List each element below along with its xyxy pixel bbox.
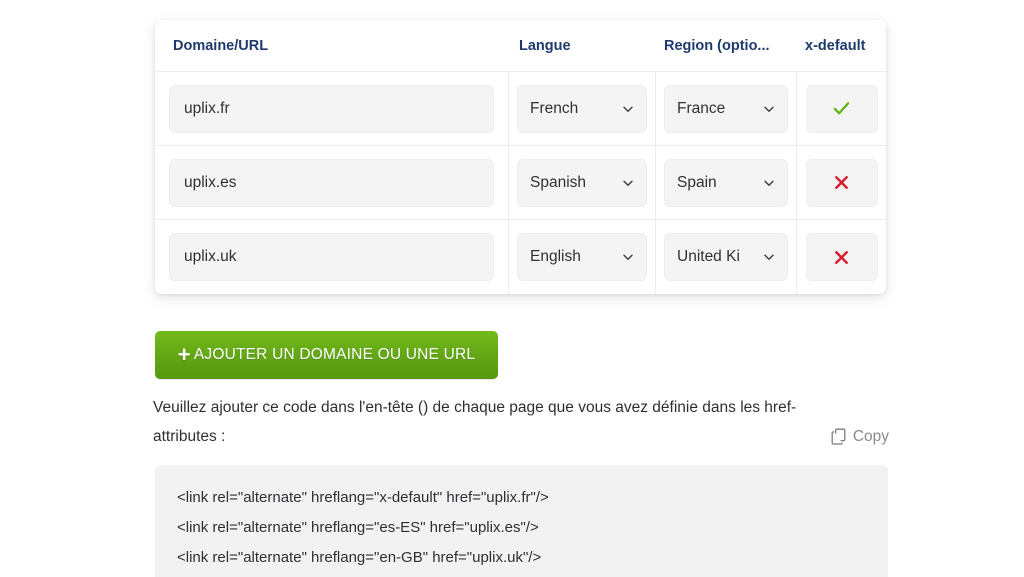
instruction-text: Veuillez ajouter ce code dans l'en-tête … <box>153 393 889 451</box>
x-default-toggle[interactable] <box>805 84 878 133</box>
code-line: <link rel="alternate" hreflang="es-ES" h… <box>177 519 539 536</box>
table-row: Spanish Spain <box>155 145 886 220</box>
language-cell: French <box>509 71 656 146</box>
column-header-domain: Domaine/URL <box>173 37 269 54</box>
region-select-value: France <box>677 99 726 117</box>
instruction-line-2-row: attributes : Copy <box>153 422 889 451</box>
domain-cell <box>155 220 509 294</box>
language-select-box[interactable]: English <box>517 233 647 281</box>
language-select-value: English <box>530 248 581 265</box>
add-domain-or-url-label: AJOUTER UN DOMAINE OU UNE URL <box>193 346 476 363</box>
region-select-value: United Ki <box>677 248 740 265</box>
region-select-value: Spain <box>677 173 717 191</box>
chevron-down-icon <box>764 254 774 260</box>
region-select-box[interactable]: Spain <box>664 158 788 207</box>
table-row: French France <box>155 71 886 146</box>
region-select-box[interactable]: United Ki <box>664 233 788 281</box>
domain-input[interactable] <box>169 158 494 207</box>
table-header-row: Domaine/URL Langue Region (optio... x-de… <box>155 20 886 72</box>
column-header-language: Langue <box>519 37 571 54</box>
instruction-line-1: Veuillez ajouter ce code dans l'en-tête … <box>153 399 797 416</box>
domain-input[interactable] <box>169 233 494 281</box>
hreflang-generator-page: Domaine/URL Langue Region (optio... x-de… <box>0 0 1024 577</box>
instruction-line-2: attributes : <box>153 428 226 445</box>
region-select-box[interactable]: France <box>664 84 788 133</box>
domain-cell <box>155 145 509 220</box>
language-cell: English <box>509 220 656 294</box>
chevron-down-icon <box>623 180 633 186</box>
language-select-value: Spanish <box>530 173 587 191</box>
language-select[interactable]: French <box>517 84 647 133</box>
region-cell: United Ki <box>656 220 797 294</box>
add-domain-or-url-button[interactable]: + AJOUTER UN DOMAINE OU UNE URL <box>155 331 498 379</box>
copy-icon <box>831 428 846 445</box>
region-cell: France <box>656 71 797 146</box>
region-cell: Spain <box>656 145 797 220</box>
copy-button[interactable]: Copy <box>831 422 889 451</box>
chevron-down-icon <box>623 106 633 112</box>
domain-input[interactable] <box>169 84 494 133</box>
language-select-box[interactable]: French <box>517 84 647 133</box>
domain-cell <box>155 71 509 146</box>
check-icon <box>833 102 850 115</box>
x-default-toggle[interactable] <box>805 233 878 281</box>
cross-icon <box>835 176 848 189</box>
x-default-toggle[interactable] <box>805 158 878 207</box>
x-default-cell <box>797 72 886 146</box>
language-select[interactable]: English <box>517 233 647 281</box>
language-select-box[interactable]: Spanish <box>517 158 647 207</box>
code-line: <link rel="alternate" hreflang="x-defaul… <box>177 489 549 506</box>
language-select-value: French <box>530 99 579 117</box>
x-default-cell <box>797 146 886 220</box>
region-select[interactable]: Spain <box>664 158 788 207</box>
language-select[interactable]: Spanish <box>517 158 647 207</box>
hreflang-table-card: Domaine/URL Langue Region (optio... x-de… <box>155 20 886 294</box>
chevron-down-icon <box>623 254 633 260</box>
cross-icon <box>835 250 848 264</box>
generated-code-block[interactable]: <link rel="alternate" hreflang="x-defaul… <box>155 465 888 577</box>
copy-label: Copy <box>852 428 889 445</box>
x-default-cell <box>797 220 886 294</box>
table-row: English United Ki <box>155 220 886 294</box>
column-header-x-default: x-default <box>805 37 866 54</box>
plus-icon: + <box>177 341 191 367</box>
chevron-down-icon <box>764 180 774 186</box>
chevron-down-icon <box>764 106 774 112</box>
language-cell: Spanish <box>509 145 656 220</box>
region-select[interactable]: United Ki <box>664 233 788 281</box>
region-select[interactable]: France <box>664 84 788 133</box>
code-line: <link rel="alternate" hreflang="en-GB" h… <box>177 549 542 566</box>
column-header-region: Region (optio... <box>664 37 770 54</box>
